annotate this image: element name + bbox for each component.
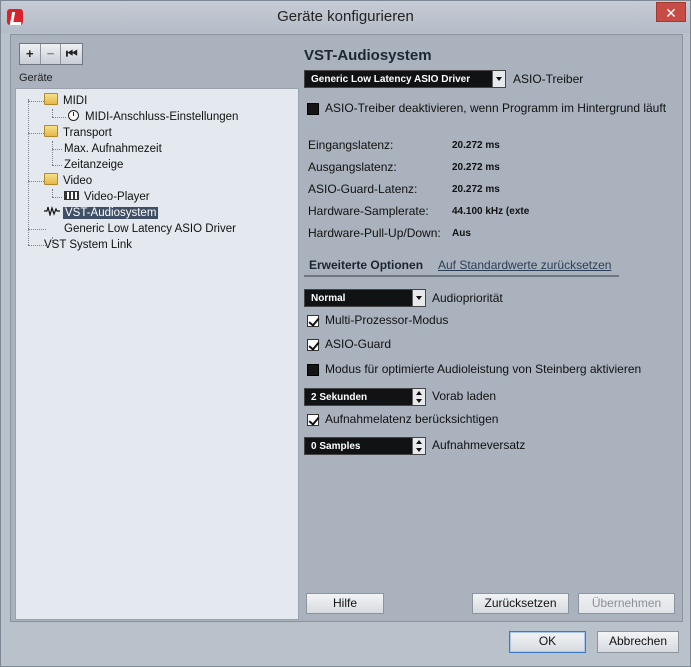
multiprocessor-label: Multi-Prozessor-Modus bbox=[325, 313, 449, 327]
record-latency-label: Aufnahmelatenz berücksichtigen bbox=[325, 412, 499, 426]
input-latency-label: Eingangslatenz: bbox=[308, 138, 394, 152]
record-offset-spinner[interactable]: 0 Samples bbox=[304, 437, 426, 455]
spin-arrows-icon[interactable] bbox=[412, 389, 425, 405]
deactivate-background-label: ASIO-Treiber deaktivieren, wenn Programm… bbox=[325, 101, 667, 115]
dialog-window: Geräte konfigurieren ✕ + − ⏮ Geräte MIDI… bbox=[0, 0, 691, 667]
device-toolbar: + − ⏮ bbox=[19, 43, 83, 65]
tree-item-label: Video-Player bbox=[84, 191, 150, 203]
folder-icon bbox=[44, 125, 58, 137]
tree-item-time-display[interactable]: Zeitanzeige bbox=[64, 157, 123, 173]
pullup-value: Aus bbox=[452, 228, 471, 239]
tree-item-label: Generic Low Latency ASIO Driver bbox=[64, 223, 236, 235]
folder-icon bbox=[44, 173, 58, 185]
reset-defaults-link[interactable]: Auf Standardwerte zurücksetzen bbox=[438, 258, 611, 272]
chevron-down-icon bbox=[492, 71, 505, 87]
folder-icon bbox=[44, 93, 58, 105]
asio-guard-latency-label: ASIO-Guard-Latenz: bbox=[308, 182, 418, 196]
tabs-divider bbox=[304, 275, 619, 277]
tree-item-label: Zeitanzeige bbox=[64, 159, 124, 171]
reset-device-button[interactable]: ⏮ bbox=[61, 44, 82, 64]
record-offset-value: 0 Samples bbox=[311, 441, 361, 452]
tree-item-transport[interactable]: Transport bbox=[44, 125, 112, 141]
tree-item-label: Transport bbox=[63, 127, 112, 139]
asio-driver-label: ASIO-Treiber bbox=[513, 72, 584, 86]
tab-advanced-options[interactable]: Erweiterte Optionen bbox=[309, 258, 423, 272]
steinberg-mode-label: Modus für optimierte Audioleistung von S… bbox=[325, 362, 642, 376]
tree-item-vst-system-link[interactable]: VST System Link bbox=[44, 237, 132, 253]
samplerate-value: 44.100 kHz (exte bbox=[452, 206, 530, 217]
tree-item-label: Video bbox=[63, 175, 93, 187]
pullup-label: Hardware-Pull-Up/Down: bbox=[308, 226, 441, 240]
reset-button[interactable]: Zurücksetzen bbox=[472, 593, 569, 614]
tree-item-label: Max. Aufnahmezeit bbox=[64, 143, 162, 155]
device-tree: MIDI MIDI-Anschluss-Einstellungen Transp… bbox=[15, 88, 299, 620]
spin-arrows-icon[interactable] bbox=[412, 438, 425, 454]
tree-item-video[interactable]: Video bbox=[44, 173, 92, 189]
tree-item-label: MIDI-Anschluss-Einstellungen bbox=[85, 111, 239, 123]
asio-guard-label: ASIO-Guard bbox=[325, 337, 392, 351]
record-offset-label: Aufnahmeversatz bbox=[432, 438, 526, 452]
chevron-down-icon bbox=[412, 290, 425, 306]
tree-item-max-record-time[interactable]: Max. Aufnahmezeit bbox=[64, 141, 162, 157]
asio-driver-value: Generic Low Latency ASIO Driver bbox=[311, 74, 471, 85]
panel-title: VST-Audiosystem bbox=[304, 47, 432, 64]
help-button[interactable]: Hilfe bbox=[306, 593, 384, 614]
asio-driver-select[interactable]: Generic Low Latency ASIO Driver bbox=[304, 70, 506, 88]
options-tabs: Erweiterte Optionen Auf Standardwerte zu… bbox=[304, 258, 619, 275]
samplerate-label: Hardware-Samplerate: bbox=[308, 204, 429, 218]
tree-item-midi-port-settings[interactable]: MIDI-Anschluss-Einstellungen bbox=[68, 109, 238, 125]
tree-item-vst-audiosystem[interactable]: VST-Audiosystem bbox=[44, 205, 159, 221]
audio-priority-value: Normal bbox=[311, 293, 346, 304]
tree-item-label: MIDI bbox=[63, 95, 88, 107]
cancel-button[interactable]: Abbrechen bbox=[597, 631, 679, 653]
video-icon bbox=[64, 191, 79, 200]
audio-wave-icon bbox=[44, 206, 60, 216]
output-latency-label: Ausgangslatenz: bbox=[308, 160, 397, 174]
record-latency-checkbox[interactable] bbox=[307, 414, 319, 426]
clock-icon bbox=[68, 110, 79, 121]
asio-guard-latency-value: 20.272 ms bbox=[452, 184, 500, 195]
tree-item-asio-driver[interactable]: Generic Low Latency ASIO Driver bbox=[64, 221, 236, 237]
multiprocessor-checkbox[interactable] bbox=[307, 315, 319, 327]
preload-spinner[interactable]: 2 Sekunden bbox=[304, 388, 426, 406]
tree-item-midi[interactable]: MIDI bbox=[44, 93, 87, 109]
ok-button[interactable]: OK bbox=[509, 631, 586, 653]
preload-label: Vorab laden bbox=[432, 389, 497, 403]
preload-value: 2 Sekunden bbox=[311, 392, 368, 403]
remove-device-button[interactable]: − bbox=[41, 44, 62, 64]
tree-item-video-player[interactable]: Video-Player bbox=[64, 189, 150, 205]
tree-header: Geräte bbox=[19, 72, 53, 84]
device-panel: + − ⏮ Geräte MIDI MIDI-Anschluss-Einstel… bbox=[15, 39, 299, 620]
audio-priority-label: Audiopriorität bbox=[432, 291, 503, 305]
dialog-content: + − ⏮ Geräte MIDI MIDI-Anschluss-Einstel… bbox=[10, 34, 683, 622]
close-button[interactable]: ✕ bbox=[656, 2, 686, 22]
steinberg-mode-checkbox[interactable] bbox=[307, 364, 319, 376]
add-device-button[interactable]: + bbox=[20, 44, 41, 64]
input-latency-value: 20.272 ms bbox=[452, 140, 500, 151]
title-bar: Geräte konfigurieren ✕ bbox=[1, 1, 690, 33]
tree-item-label: VST-Audiosystem bbox=[63, 207, 159, 219]
settings-panel: VST-Audiosystem Generic Low Latency ASIO… bbox=[303, 39, 680, 619]
output-latency-value: 20.272 ms bbox=[452, 162, 500, 173]
tree-item-label: VST System Link bbox=[44, 239, 132, 251]
window-title: Geräte konfigurieren bbox=[277, 8, 414, 25]
asio-guard-checkbox[interactable] bbox=[307, 339, 319, 351]
apply-button[interactable]: Übernehmen bbox=[578, 593, 675, 614]
deactivate-background-checkbox[interactable] bbox=[307, 103, 319, 115]
audio-priority-select[interactable]: Normal bbox=[304, 289, 426, 307]
